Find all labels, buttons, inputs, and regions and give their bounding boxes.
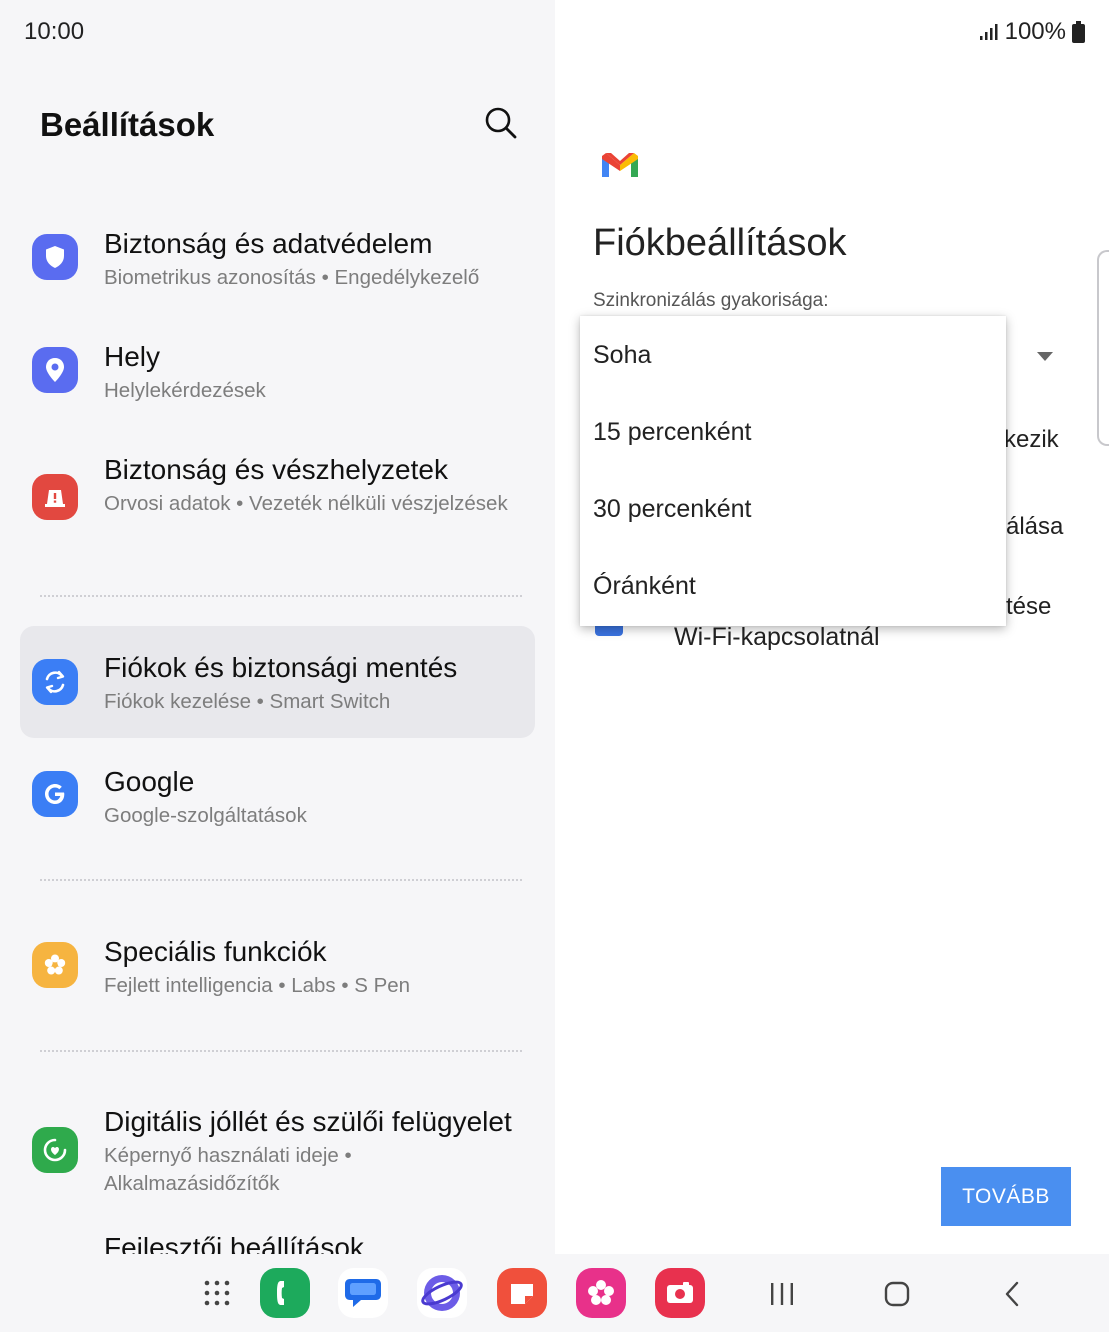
edge-panel-handle[interactable] <box>1097 250 1109 446</box>
settings-item-subtitle: Biometrikus azonosítás • Engedélykezelő <box>104 266 480 289</box>
settings-item-subtitle: Orvosi adatok • Vezeték nélküli vészjelz… <box>104 492 508 515</box>
settings-item-subtitle: Képernyő használati ideje • Alkalmazásid… <box>104 1144 352 1195</box>
settings-item-accounts-backup[interactable]: Fiókok és biztonsági mentés Fiókok kezel… <box>20 626 535 738</box>
battery-icon <box>1072 21 1085 43</box>
settings-item-title: Speciális funkciók <box>104 936 327 967</box>
status-time: 10:00 <box>24 18 85 45</box>
obscured-text: tése <box>1006 593 1052 620</box>
search-icon <box>485 107 517 139</box>
internet-icon[interactable] <box>417 1268 467 1318</box>
settings-item-location[interactable]: Hely Helylekérdezések <box>20 335 535 415</box>
recent-apps-button[interactable] <box>762 1274 802 1314</box>
apps-grid-icon[interactable] <box>192 1268 242 1318</box>
camera-icon[interactable] <box>655 1268 705 1318</box>
divider <box>40 879 522 881</box>
gmail-logo-icon <box>601 150 639 185</box>
back-button[interactable] <box>992 1274 1032 1314</box>
emergency-icon <box>32 474 78 520</box>
settings-item-advanced-features[interactable]: Speciális funkciók Fejlett intelligencia… <box>20 930 535 1010</box>
settings-item-subtitle: Fiókok kezelése • Smart Switch <box>104 690 391 713</box>
page-title: Beállítások <box>40 106 215 143</box>
taskbar <box>0 1254 1109 1332</box>
settings-item-digital-wellbeing[interactable]: Digitális jóllét és szülői felügyelet Ké… <box>20 1100 535 1210</box>
settings-panel: 10:00 Beállítások Biztonság és adatvédel… <box>0 0 555 1254</box>
location-pin-icon <box>32 347 78 393</box>
settings-item-title: Biztonság és adatvédelem <box>104 228 433 259</box>
wellbeing-icon <box>32 1127 78 1173</box>
sync-icon <box>32 659 78 705</box>
dropdown-option-30min[interactable]: 30 percenként <box>593 495 751 524</box>
messages-icon[interactable] <box>338 1268 388 1318</box>
dropdown-option-hourly[interactable]: Óránként <box>593 572 696 601</box>
divider <box>40 1050 522 1052</box>
status-icons: 100% <box>979 18 1085 46</box>
settings-item-google[interactable]: Google Google-szolgáltatások <box>20 760 535 840</box>
google-icon <box>32 771 78 817</box>
settings-item-safety-emergency[interactable]: Biztonság és vészhelyzetek Orvosi adatok… <box>20 448 535 558</box>
dropdown-option-15min[interactable]: 15 percenként <box>593 418 751 447</box>
sync-frequency-label: Szinkronizálás gyakorisága: <box>593 290 829 311</box>
divider <box>40 595 522 597</box>
signal-icon <box>979 24 998 40</box>
next-button[interactable]: TOVÁBB <box>941 1167 1071 1226</box>
settings-item-title: Fiókok és biztonsági mentés <box>104 652 458 683</box>
battery-percent: 100% <box>1004 18 1066 45</box>
settings-item-subtitle: Helylekérdezések <box>104 379 266 402</box>
settings-item-security-privacy[interactable]: Biztonság és adatvédelem Biometrikus azo… <box>20 222 535 302</box>
dropdown-arrow-icon[interactable] <box>1037 352 1053 361</box>
settings-item-subtitle: Google-szolgáltatások <box>104 804 307 827</box>
settings-item-subtitle: Fejlett intelligencia • Labs • S Pen <box>104 974 411 997</box>
home-button[interactable] <box>877 1274 917 1314</box>
settings-item-title: Hely <box>104 341 161 372</box>
settings-item-title: Google <box>104 766 195 797</box>
gallery-icon[interactable] <box>576 1268 626 1318</box>
notes-icon[interactable] <box>497 1268 547 1318</box>
dropdown-option-never[interactable]: Soha <box>593 341 651 370</box>
settings-item-title: Biztonság és vészhelyzetek <box>104 454 448 485</box>
sync-frequency-dropdown: Soha 15 percenként 30 percenként Óránkén… <box>580 316 1006 626</box>
shield-icon <box>32 234 78 280</box>
obscured-text: álása <box>1006 513 1064 540</box>
phone-icon[interactable] <box>260 1268 310 1318</box>
flower-gear-icon <box>32 942 78 988</box>
settings-item-title: Digitális jóllét és szülői felügyelet <box>104 1106 512 1137</box>
wifi-sync-label: Wi-Fi-kapcsolatnál <box>674 623 880 651</box>
account-settings-panel: 100% Fiókbeállítások Szinkronizálás gyak… <box>555 0 1109 1254</box>
search-button[interactable] <box>484 106 524 146</box>
settings-item-partial[interactable]: Fejlesztői beállítások <box>104 1232 364 1254</box>
account-settings-title: Fiókbeállítások <box>593 222 847 264</box>
obscured-text: kezik <box>1004 426 1059 453</box>
